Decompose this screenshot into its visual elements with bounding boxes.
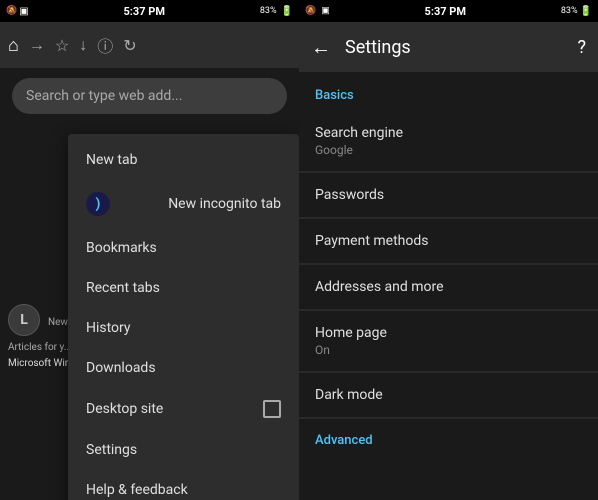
section-basics: Basics: [299, 72, 598, 111]
settings-item-passwords[interactable]: Passwords: [299, 173, 598, 218]
battery-area-right: 83% 🔋: [561, 6, 592, 17]
dark-mode-title: Dark mode: [315, 387, 582, 403]
notification-icon-right: 🔕: [305, 6, 316, 16]
left-panel: 🔕 ▣ 5:37 PM 83% 🔋 ⌂ → ☆ ↓ ⓘ ↻ Search or …: [0, 0, 299, 500]
notification-icon: 🔕: [6, 6, 17, 16]
back-button[interactable]: ←: [311, 35, 331, 60]
settings-list: Basics Search engine Google Passwords Pa…: [299, 72, 598, 500]
menu-item-bookmarks[interactable]: Bookmarks: [68, 228, 299, 268]
time-right: 5:37 PM: [425, 5, 467, 18]
home-page-subtitle: On: [315, 343, 582, 357]
menu-item-help-feedback[interactable]: Help & feedback: [68, 470, 299, 500]
settings-item-home-page[interactable]: Home page On: [299, 311, 598, 372]
status-bar-right: 🔕 ▣ 5:37 PM 83% 🔋: [299, 0, 598, 22]
status-bar-left: 🔕 ▣ 5:37 PM 83% 🔋: [0, 0, 299, 22]
search-placeholder: Search or type web add...: [26, 88, 182, 104]
search-engine-title: Search engine: [315, 125, 582, 141]
battery-icons-left: 83% 🔋: [260, 6, 293, 17]
desktop-site-checkbox[interactable]: [263, 400, 281, 418]
menu-item-recent-tabs[interactable]: Recent tabs: [68, 268, 299, 308]
time-left: 5:37 PM: [124, 5, 166, 18]
browser-toolbar-left: ⌂ → ☆ ↓ ⓘ ↻: [0, 22, 299, 68]
refresh-icon[interactable]: ↻: [123, 36, 136, 55]
payment-methods-title: Payment methods: [315, 233, 582, 249]
star-icon[interactable]: ☆: [55, 36, 69, 55]
download-icon[interactable]: ↓: [79, 35, 87, 55]
menu-item-new-tab[interactable]: New tab: [68, 140, 299, 180]
menu-item-desktop-site[interactable]: Desktop site: [68, 388, 299, 430]
search-bar-area: Search or type web add...: [0, 68, 299, 124]
settings-item-dark-mode[interactable]: Dark mode: [299, 373, 598, 418]
browser-content: Search or type web add... L News from ..…: [0, 68, 299, 500]
settings-toolbar: ← Settings ?: [299, 22, 598, 72]
right-panel: 🔕 ▣ 5:37 PM 83% 🔋 ← Settings ? Basics Se…: [299, 0, 598, 500]
battery-text-left: 83%: [260, 6, 277, 16]
help-button[interactable]: ?: [577, 37, 586, 58]
addresses-title: Addresses and more: [315, 279, 582, 295]
menu-item-history[interactable]: History: [68, 308, 299, 348]
section-advanced[interactable]: Advanced: [299, 419, 598, 456]
signal-icon-right: ▣: [321, 6, 330, 16]
battery-icon-left: 🔋: [281, 6, 293, 17]
incognito-icon: ): [86, 192, 110, 216]
settings-page-title: Settings: [345, 37, 577, 58]
settings-item-addresses[interactable]: Addresses and more: [299, 265, 598, 310]
home-page-title: Home page: [315, 325, 582, 341]
search-engine-subtitle: Google: [315, 143, 582, 157]
passwords-title: Passwords: [315, 187, 582, 203]
settings-item-search-engine[interactable]: Search engine Google: [299, 111, 598, 172]
forward-icon[interactable]: →: [29, 35, 45, 55]
wifi-icon: ▣: [19, 6, 28, 17]
battery-text-right: 83%: [561, 6, 578, 16]
menu-item-downloads[interactable]: Downloads: [68, 348, 299, 388]
home-icon[interactable]: ⌂: [8, 35, 19, 56]
menu-item-settings[interactable]: Settings: [68, 430, 299, 470]
status-icons-right-left: 🔕 ▣: [305, 6, 330, 16]
battery-icon-right: 🔋: [580, 6, 592, 17]
settings-item-payment-methods[interactable]: Payment methods: [299, 219, 598, 264]
status-icons-left: 🔕 ▣: [6, 6, 29, 17]
news-avatar: L: [8, 304, 40, 336]
search-bar[interactable]: Search or type web add...: [12, 78, 287, 114]
menu-item-new-incognito-tab[interactable]: ) New incognito tab: [68, 180, 299, 228]
info-icon[interactable]: ⓘ: [97, 33, 113, 57]
dropdown-menu: New tab ) New incognito tab Bookmarks Re…: [68, 134, 299, 500]
